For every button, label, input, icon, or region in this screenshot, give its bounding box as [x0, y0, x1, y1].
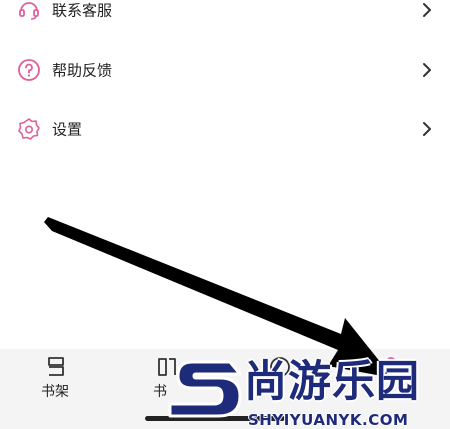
tab-bookshelf[interactable]: 书架 — [30, 353, 86, 405]
watermark-url: SHYIYUANYK.COM — [248, 411, 409, 429]
watermark-title: 尚游乐园 — [244, 357, 420, 407]
chevron-right-icon — [423, 3, 431, 17]
menu-item-label: 帮助反馈 — [52, 61, 113, 80]
settings-icon — [18, 118, 40, 140]
menu-item-help-feedback[interactable]: 帮助反馈 — [0, 50, 450, 90]
menu-item-contact-support[interactable]: 联系客服 — [0, 0, 450, 30]
tab-label: 书 — [153, 384, 167, 400]
watermark-logo-icon — [168, 360, 242, 418]
bookshelf-icon — [48, 357, 64, 376]
help-icon — [18, 59, 40, 81]
tab-label: 书架 — [41, 384, 69, 400]
menu-item-settings[interactable]: 设置 — [0, 109, 450, 149]
chevron-right-icon — [423, 63, 431, 77]
chevron-right-icon — [423, 122, 431, 136]
headset-icon — [19, 2, 39, 20]
menu-item-label: 设置 — [52, 120, 83, 139]
menu-item-label: 联系客服 — [52, 1, 113, 20]
